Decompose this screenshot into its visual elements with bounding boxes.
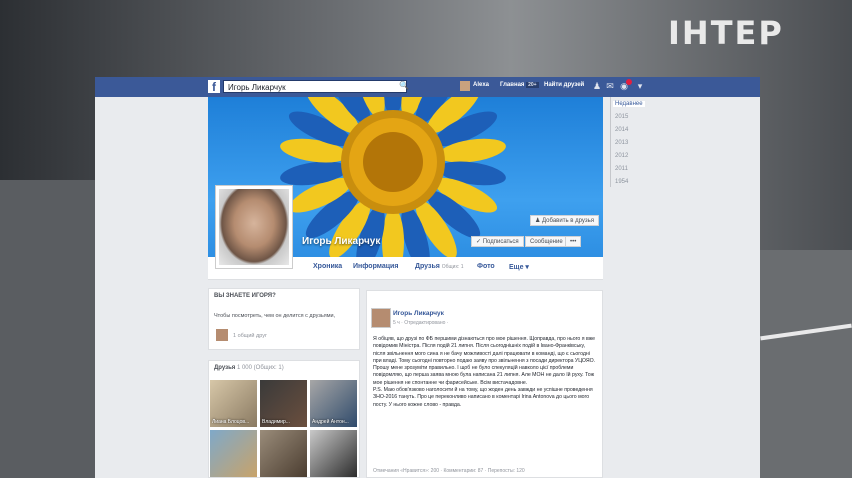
post-author-avatar[interactable] — [371, 308, 391, 328]
background-panel-left — [0, 180, 95, 478]
year-2015[interactable]: 2015 — [615, 114, 628, 120]
year-2012[interactable]: 2012 — [615, 153, 628, 159]
add-friend-label: Добавить в друзья — [542, 218, 594, 224]
friends-title: Друзья — [214, 365, 236, 371]
friends-count: 1 000 (Общих: 1) — [236, 365, 284, 371]
home-link[interactable]: Главная 20+ — [500, 82, 539, 88]
facebook-top-bar — [95, 77, 760, 97]
tab-friends-count: Общих: 1 — [441, 264, 464, 270]
tab-friends-label: Друзья — [415, 263, 440, 270]
tab-about[interactable]: Информация — [353, 263, 398, 270]
background-panel-right — [760, 250, 852, 478]
profile-face — [219, 189, 289, 265]
year-2014[interactable]: 2014 — [615, 127, 628, 133]
friend-thumb-5[interactable] — [260, 430, 307, 477]
friends-card-title[interactable]: Друзья 1 000 (Общих: 1) — [214, 365, 284, 371]
year-1954[interactable]: 1954 — [615, 179, 628, 185]
friend-name-2[interactable]: Владимир... — [262, 419, 290, 425]
channel-logo: IНТЕР — [668, 14, 784, 52]
year-2013[interactable]: 2013 — [615, 140, 628, 146]
post-author[interactable]: Игорь Ликарчук — [393, 310, 444, 317]
home-badge: 20+ — [526, 82, 539, 88]
friend-name-1[interactable]: Лиана Блоцов... — [212, 419, 249, 425]
home-label: Главная — [500, 82, 525, 88]
profile-name[interactable]: Игорь Ликарчук — [302, 236, 380, 247]
tab-timeline[interactable]: Хроника — [313, 263, 342, 270]
year-2011[interactable]: 2011 — [615, 166, 628, 172]
message-button[interactable]: Сообщение — [525, 236, 568, 247]
profile-photo[interactable] — [215, 185, 293, 269]
mutual-friend-avatar[interactable] — [216, 329, 228, 341]
search-input[interactable]: Игорь Ликарчук — [223, 80, 407, 93]
add-friend-button[interactable]: ♟ Добавить в друзья — [530, 215, 599, 226]
follow-label: Подписаться — [482, 239, 519, 245]
facebook-logo[interactable]: f — [208, 80, 220, 94]
tab-photos[interactable]: Фото — [477, 263, 495, 270]
user-avatar[interactable] — [460, 81, 470, 91]
post-stats[interactable]: Отмечания «Нравится»: 200 · Комментарии:… — [373, 468, 525, 474]
friend-requests-icon[interactable]: ♟ — [592, 81, 602, 91]
year-recent[interactable]: Недавнее — [613, 101, 645, 107]
friend-thumb-4[interactable] — [210, 430, 257, 477]
messages-icon[interactable]: ✉ — [605, 81, 615, 91]
know-card-title: ВЫ ЗНАЕТЕ ИГОРЯ? — [214, 293, 276, 299]
notification-badge — [626, 79, 632, 85]
friend-name-3[interactable]: Андрей Антон... — [312, 419, 349, 425]
know-card-text: Чтобы посмотреть, чем он делится с друзь… — [214, 313, 336, 319]
tab-friends[interactable]: Друзья Общих: 1 — [415, 263, 464, 270]
friend-thumb-6[interactable] — [310, 430, 357, 477]
profile-link[interactable]: Alexa — [473, 82, 489, 88]
search-icon[interactable]: 🔍 — [399, 81, 409, 90]
settings-icon[interactable]: ▾ — [635, 81, 645, 91]
tab-more[interactable]: Еще ▾ — [509, 263, 529, 271]
browser-screen: f Игорь Ликарчук 🔍 Alexa Главная 20+ Най… — [95, 77, 760, 478]
post-text: Я обіцяв, що друзі по ФБ першими дізнают… — [373, 336, 596, 408]
post-meta[interactable]: 5 ч · Отредактировано · — [393, 320, 448, 326]
find-friends-link[interactable]: Найти друзей — [544, 82, 584, 88]
mutual-friends-link[interactable]: 1 общий друг — [233, 333, 267, 339]
follow-button[interactable]: ✓ Подписаться — [471, 236, 524, 247]
more-button[interactable]: ••• — [565, 236, 582, 247]
